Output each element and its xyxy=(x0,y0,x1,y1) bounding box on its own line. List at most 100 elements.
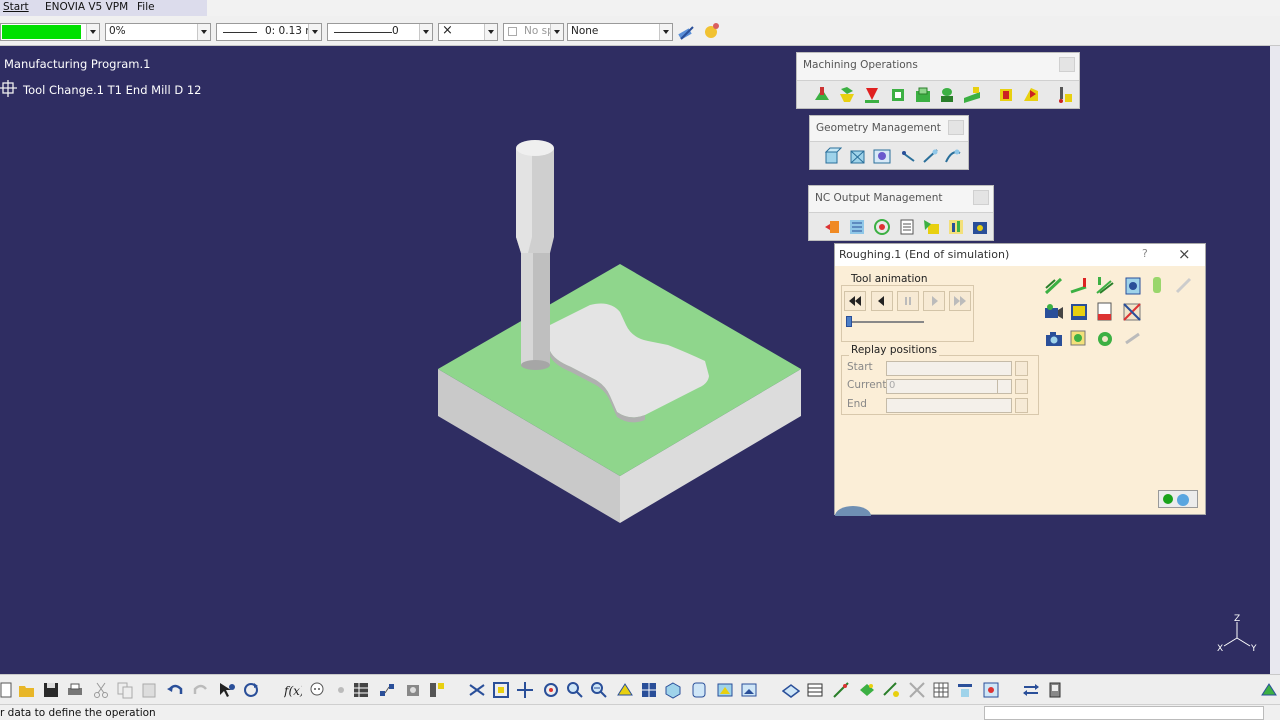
save-icon[interactable] xyxy=(42,681,60,699)
chevron-down-icon[interactable] xyxy=(86,24,99,40)
start-field[interactable] xyxy=(886,361,1012,376)
info-icon[interactable] xyxy=(332,681,350,699)
end-field[interactable] xyxy=(886,398,1012,413)
drilling-icon[interactable] xyxy=(997,86,1015,104)
axial-operation-icon[interactable] xyxy=(1022,86,1040,104)
update-icon[interactable] xyxy=(242,681,260,699)
current-stepper[interactable] xyxy=(997,380,1011,393)
chevron-down-icon[interactable] xyxy=(197,24,210,40)
tool-path-replay-icon[interactable] xyxy=(824,218,842,236)
sweeping-icon[interactable] xyxy=(838,86,856,104)
analysis-icon[interactable] xyxy=(1121,301,1143,323)
chevron-down-icon[interactable] xyxy=(419,24,432,40)
shading-icon[interactable] xyxy=(690,681,708,699)
fit-disabled-icon[interactable] xyxy=(1122,328,1144,350)
rendering-style-combo[interactable]: No sp xyxy=(503,23,564,41)
photo-icon[interactable] xyxy=(1068,301,1090,323)
menu-file[interactable]: File xyxy=(137,1,155,13)
grid-icon[interactable] xyxy=(932,681,950,699)
batch-icon[interactable] xyxy=(848,218,866,236)
pocketing-icon[interactable] xyxy=(863,86,881,104)
simulation-icon[interactable] xyxy=(873,218,891,236)
apply-material-icon[interactable] xyxy=(858,681,876,699)
close-button[interactable]: × xyxy=(1178,245,1191,263)
animation-slider-track[interactable] xyxy=(848,321,924,323)
nc-code-icon[interactable] xyxy=(922,218,940,236)
animation-slider-thumb[interactable] xyxy=(846,316,852,327)
chevron-down-icon[interactable] xyxy=(484,24,497,40)
undo-icon[interactable] xyxy=(166,681,184,699)
chevron-down-icon[interactable] xyxy=(550,24,563,40)
disabled-tool-icon[interactable] xyxy=(908,681,926,699)
point-display-icon[interactable] xyxy=(1068,275,1090,297)
curve-icon[interactable] xyxy=(944,147,962,165)
video-camera-icon[interactable] xyxy=(1042,301,1064,323)
close-icon[interactable] xyxy=(1059,57,1075,72)
contouring-icon[interactable] xyxy=(889,86,907,104)
tree-tool-change[interactable]: Tool Change.1 T1 End Mill D 12 xyxy=(23,83,201,97)
component-icon[interactable] xyxy=(404,681,422,699)
tool-axis-icon[interactable] xyxy=(1147,275,1169,297)
publish-icon[interactable] xyxy=(1046,681,1064,699)
apt-source-icon[interactable] xyxy=(947,218,965,236)
sketch-analysis-icon[interactable] xyxy=(882,681,900,699)
fit-all-icon[interactable] xyxy=(492,681,510,699)
rough-stock-icon[interactable] xyxy=(824,147,842,165)
rewind-button[interactable] xyxy=(844,291,866,311)
workbench-icon[interactable] xyxy=(1260,681,1278,699)
point-symbol-combo[interactable]: × xyxy=(438,23,498,41)
dialog-title-bar[interactable]: Roughing.1 (End of simulation) ? × xyxy=(835,244,1205,266)
measure-icon[interactable] xyxy=(832,681,850,699)
close-icon[interactable] xyxy=(948,120,964,135)
swap-icon[interactable] xyxy=(1022,681,1040,699)
tree-manufacturing-program[interactable]: Manufacturing Program.1 xyxy=(4,57,150,71)
report-icon[interactable] xyxy=(1094,301,1116,323)
close-icon[interactable] xyxy=(973,190,989,205)
paste-icon[interactable] xyxy=(140,681,158,699)
catalog-icon[interactable] xyxy=(378,681,396,699)
color-combo[interactable] xyxy=(0,23,100,41)
knowledge-advisor-icon[interactable] xyxy=(308,681,326,699)
tool-display-icon[interactable] xyxy=(1122,275,1144,297)
redo-icon[interactable] xyxy=(192,681,210,699)
menu-enovia[interactable]: ENOVIA V5 VPM xyxy=(45,1,128,13)
transparency-combo[interactable]: 0% xyxy=(105,23,211,41)
zoom-out-icon[interactable] xyxy=(590,681,608,699)
chevron-down-icon[interactable] xyxy=(659,24,672,40)
machining-feature-icon[interactable] xyxy=(1056,86,1074,104)
pan-icon[interactable] xyxy=(516,681,534,699)
fast-forward-button[interactable] xyxy=(949,291,971,311)
swap-visible-icon[interactable] xyxy=(740,681,758,699)
zoom-in-icon[interactable] xyxy=(566,681,584,699)
menu-start[interactable]: Start xyxy=(3,1,29,13)
tools-palette-icon[interactable] xyxy=(428,681,446,699)
video-gear-icon[interactable] xyxy=(1068,328,1090,350)
zlevel-icon[interactable] xyxy=(914,86,932,104)
tool-path-display-icon[interactable] xyxy=(1043,275,1065,297)
multi-view-icon[interactable] xyxy=(640,681,658,699)
formula-icon[interactable]: f(x) xyxy=(284,681,302,699)
open-icon[interactable] xyxy=(18,681,36,699)
roughing-icon[interactable] xyxy=(813,86,831,104)
current-select-button[interactable] xyxy=(1015,379,1028,394)
end-select-button[interactable] xyxy=(1015,398,1028,413)
point-icon[interactable] xyxy=(900,147,918,165)
layer-combo[interactable]: None xyxy=(567,23,673,41)
document-icon[interactable] xyxy=(898,218,916,236)
command-input[interactable] xyxy=(984,706,1264,720)
painter-icon[interactable] xyxy=(677,22,697,42)
fly-mode-icon[interactable] xyxy=(468,681,486,699)
play-button[interactable] xyxy=(923,291,945,311)
whats-this-icon[interactable] xyxy=(218,681,236,699)
line-type-combo[interactable]: 0 xyxy=(327,23,433,41)
normal-view-icon[interactable] xyxy=(616,681,634,699)
creates-stock-icon[interactable] xyxy=(849,147,867,165)
hide-show-icon[interactable] xyxy=(716,681,734,699)
multiple-path-icon[interactable] xyxy=(1094,275,1116,297)
pause-button[interactable] xyxy=(897,291,919,311)
rotate-icon[interactable] xyxy=(542,681,560,699)
chevron-down-icon[interactable] xyxy=(308,24,321,40)
mfg-view-icon[interactable] xyxy=(971,218,989,236)
new-icon[interactable] xyxy=(0,681,18,699)
help-button[interactable]: ? xyxy=(1142,247,1148,260)
